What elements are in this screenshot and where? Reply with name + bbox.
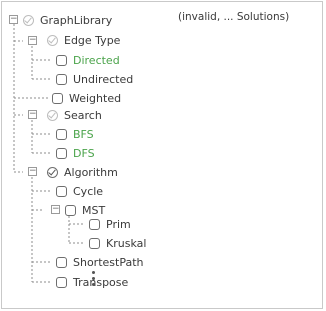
node-label: MST bbox=[82, 203, 106, 217]
node-label: Prim bbox=[106, 217, 131, 231]
collapse-toggle-search[interactable]: − bbox=[28, 110, 37, 119]
node-label: Algorithm bbox=[64, 165, 118, 179]
tree-node-prim[interactable]: Prim bbox=[89, 216, 131, 232]
checkbox-icon[interactable] bbox=[47, 109, 58, 121]
root-annotation: (invalid, ... Solutions) bbox=[178, 11, 290, 23]
collapse-toggle-algorithm[interactable]: − bbox=[28, 167, 37, 176]
node-label: DFS bbox=[73, 146, 95, 160]
tree-node-edge-type[interactable]: Edge Type bbox=[47, 32, 120, 48]
checkbox-icon[interactable] bbox=[56, 147, 67, 159]
checkbox-checked-icon[interactable] bbox=[47, 166, 58, 178]
checkbox-icon[interactable] bbox=[89, 218, 100, 230]
checkbox-icon[interactable] bbox=[52, 92, 63, 104]
node-label: Search bbox=[64, 108, 102, 122]
node-label: GraphLibrary bbox=[40, 13, 113, 27]
tree-node-graphlibrary[interactable]: GraphLibrary bbox=[23, 12, 112, 28]
checkbox-icon[interactable] bbox=[56, 54, 67, 66]
node-label: Weighted bbox=[69, 91, 122, 105]
node-label: ShortestPath bbox=[73, 255, 144, 269]
tree-node-search[interactable]: Search bbox=[47, 107, 102, 123]
node-label: Cycle bbox=[73, 184, 104, 198]
checkbox-icon[interactable] bbox=[89, 237, 100, 249]
tree-node-kruskal[interactable]: Kruskal bbox=[89, 235, 146, 251]
checkbox-icon[interactable] bbox=[56, 185, 67, 197]
checkbox-icon[interactable] bbox=[56, 73, 67, 85]
node-label: Undirected bbox=[73, 72, 134, 86]
checkbox-icon[interactable] bbox=[56, 256, 67, 268]
checkbox-icon[interactable] bbox=[47, 34, 58, 46]
node-label: Transpose bbox=[73, 275, 129, 289]
checkbox-icon[interactable] bbox=[56, 128, 67, 140]
checkbox-icon[interactable] bbox=[56, 276, 67, 288]
tree-node-bfs[interactable]: BFS bbox=[56, 126, 94, 142]
node-label: Edge Type bbox=[64, 33, 121, 47]
checkbox-icon[interactable] bbox=[23, 14, 34, 26]
tree-node-algorithm[interactable]: Algorithm bbox=[47, 164, 118, 180]
node-label: Kruskal bbox=[106, 236, 147, 250]
tree-node-undirected[interactable]: Undirected bbox=[56, 71, 133, 87]
node-label: BFS bbox=[73, 127, 94, 141]
collapse-toggle-root[interactable]: − bbox=[9, 15, 18, 24]
tree-node-shortestpath[interactable]: ShortestPath bbox=[56, 254, 144, 270]
tree-node-weighted[interactable]: Weighted bbox=[52, 90, 121, 106]
tree-node-dfs[interactable]: DFS bbox=[56, 145, 95, 161]
checkbox-icon[interactable] bbox=[65, 204, 76, 216]
tree-node-directed[interactable]: Directed bbox=[56, 52, 120, 68]
tree-node-cycle[interactable]: Cycle bbox=[56, 183, 103, 199]
collapse-toggle-edge-type[interactable]: − bbox=[28, 36, 37, 45]
collapse-toggle-mst[interactable]: − bbox=[51, 205, 60, 214]
more-items-ellipsis-icon[interactable] bbox=[92, 271, 96, 293]
node-label: Directed bbox=[73, 53, 120, 67]
